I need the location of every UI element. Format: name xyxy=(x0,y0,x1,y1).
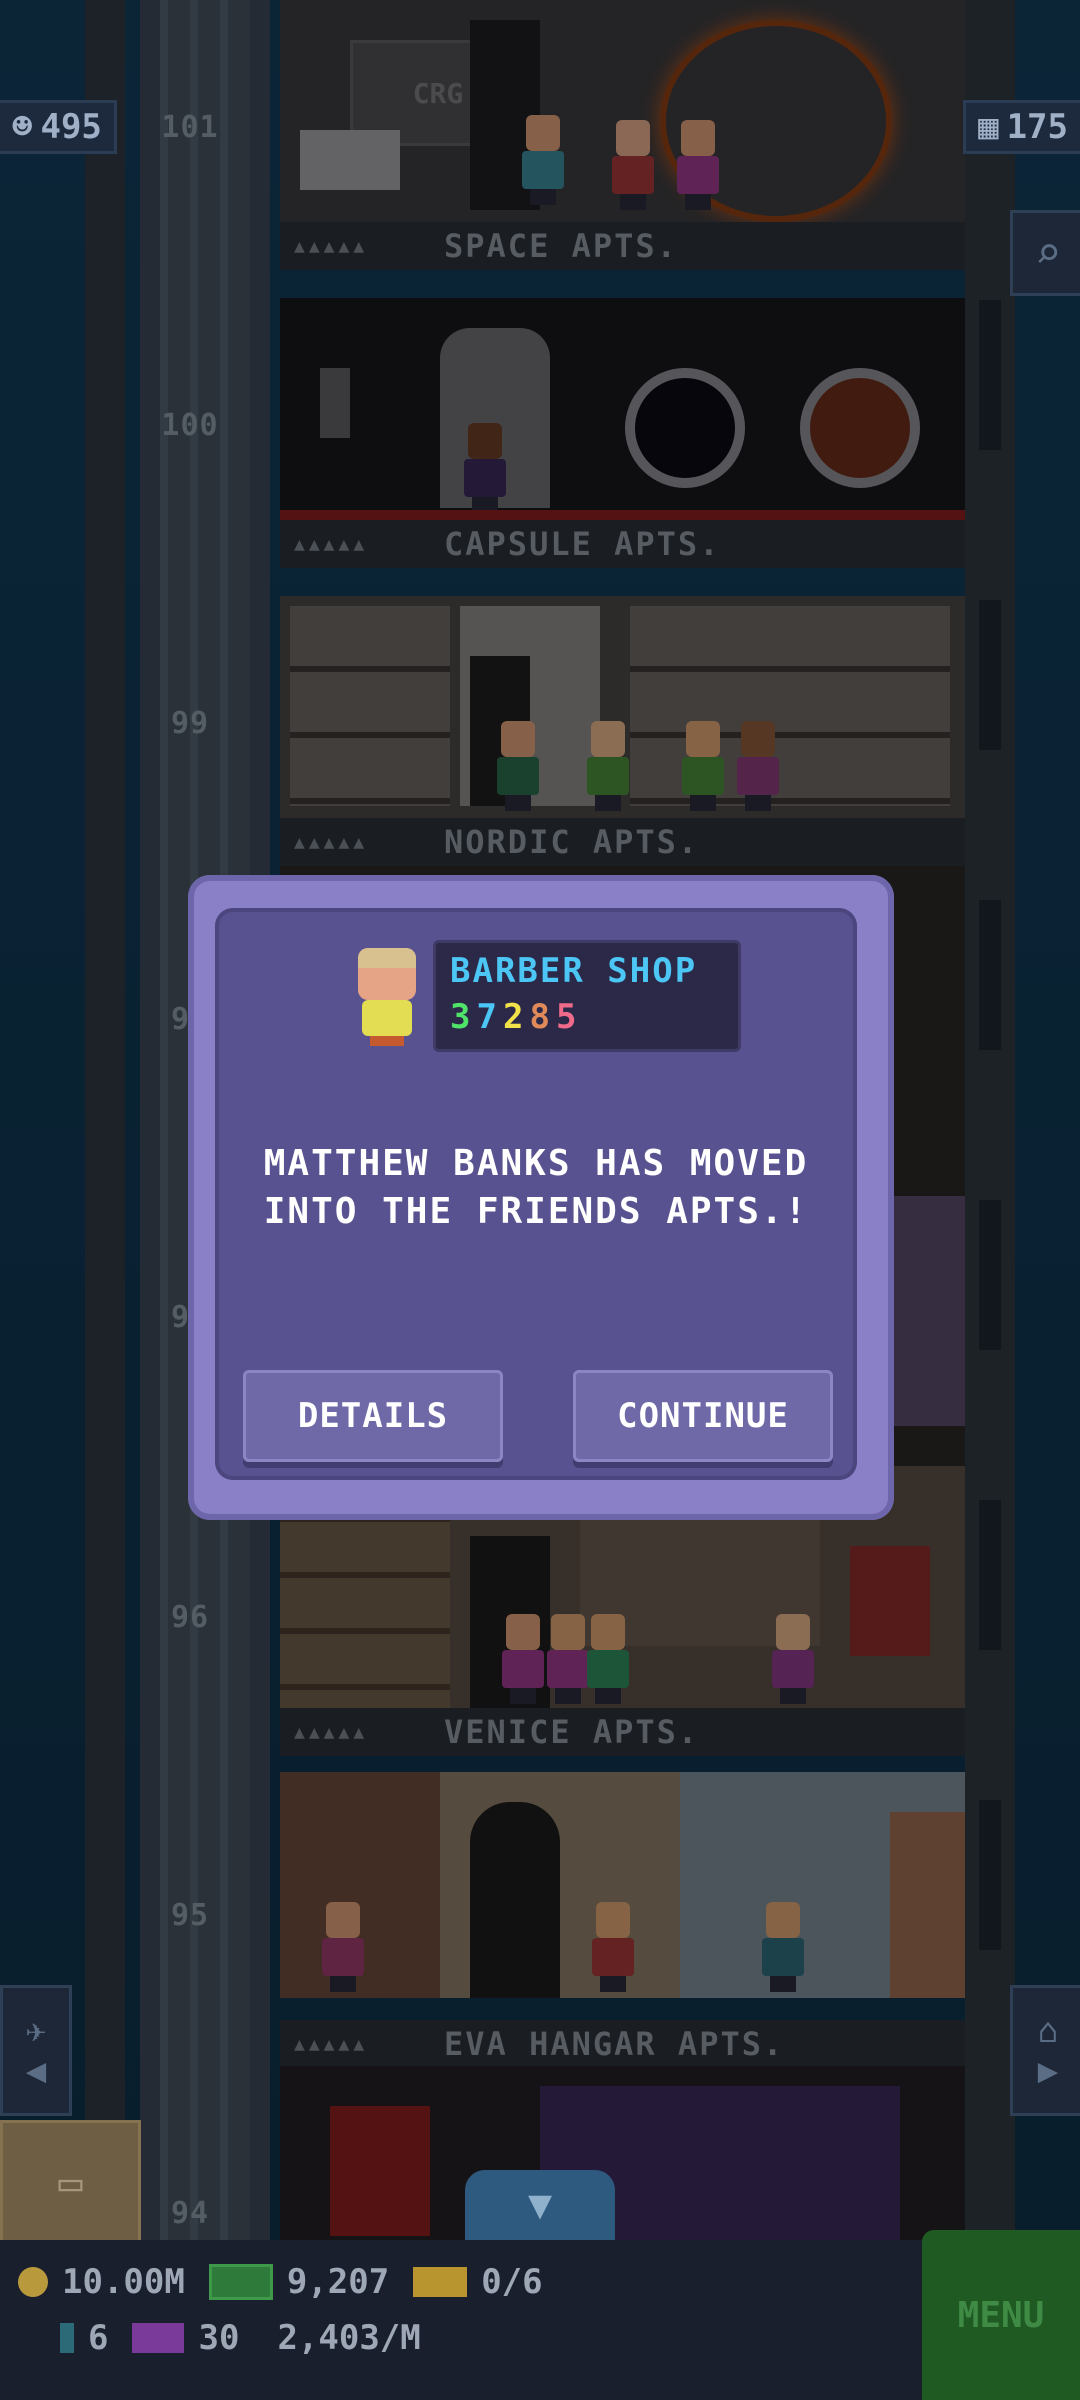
box-icon: ▭ xyxy=(58,2160,83,2206)
population-badge[interactable]: ☻ 495 xyxy=(0,100,117,154)
population-count: 495 xyxy=(40,107,102,147)
person-icon: ☻ xyxy=(12,107,33,147)
chevron-down-icon: ▼ xyxy=(527,2182,553,2228)
elevator-down-button[interactable]: ✈ ◀ xyxy=(0,1985,72,2116)
menu-button[interactable]: MENU xyxy=(922,2230,1080,2400)
building-icon: ▦ xyxy=(978,107,999,147)
magnifier-icon: ⌕ xyxy=(1034,227,1062,279)
shop-code-digit: 5 xyxy=(555,997,583,1037)
dialog-message: MATTHEW BANKS HAS MOVED INTO THE FRIENDS… xyxy=(263,1143,809,1232)
scroll-down-tab[interactable]: ▼ xyxy=(465,2170,615,2240)
coin-icon xyxy=(18,2267,48,2297)
shop-code-digit: 2 xyxy=(502,997,530,1037)
tv-value: 30 xyxy=(198,2318,240,2358)
details-button[interactable]: DETAILS xyxy=(243,1370,503,1462)
floors-badge[interactable]: ▦ 175 xyxy=(963,100,1080,154)
chevron-left-icon: ◀ xyxy=(25,2050,47,2091)
income-rate: 2,403/M xyxy=(277,2318,421,2358)
bottom-hud: 10.00M 9,207 0/6 6 30 2,403/M xyxy=(0,2240,1080,2400)
shop-code-digit: 7 xyxy=(476,997,503,1037)
floors-count: 175 xyxy=(1006,107,1068,147)
stats-row: 6 30 2,403/M xyxy=(60,2318,421,2358)
continue-button[interactable]: CONTINUE xyxy=(573,1370,833,1462)
bux-value: 9,207 xyxy=(286,2262,390,2302)
bitbux-value: 6 xyxy=(88,2318,109,2358)
home-button[interactable]: ⌂ ▶ xyxy=(1010,1985,1080,2116)
tickets-value: 0/6 xyxy=(481,2262,543,2302)
home-icon: ⌂ xyxy=(1037,2010,1059,2051)
tv-icon xyxy=(132,2323,185,2353)
bux-icon xyxy=(208,2264,273,2300)
airplane-icon: ✈ xyxy=(25,2010,47,2051)
search-button[interactable]: ⌕ xyxy=(1010,210,1080,296)
currency-row: 10.00M 9,207 0/6 xyxy=(18,2262,543,2302)
shop-info-box: BARBER SHOP 37285 xyxy=(433,940,741,1052)
bitbux-icon xyxy=(60,2323,74,2353)
shop-name: BARBER SHOP xyxy=(450,951,698,991)
shop-code-digit: 8 xyxy=(529,997,556,1037)
coins-value: 10.00M xyxy=(62,2262,185,2302)
ticket-icon xyxy=(413,2267,468,2297)
shop-code-digit: 3 xyxy=(450,997,477,1037)
storage-button[interactable]: ▭ xyxy=(0,2120,141,2246)
chevron-right-icon: ▶ xyxy=(1037,2050,1059,2091)
resident-avatar xyxy=(352,948,422,1048)
shop-code: 37285 xyxy=(450,997,582,1037)
